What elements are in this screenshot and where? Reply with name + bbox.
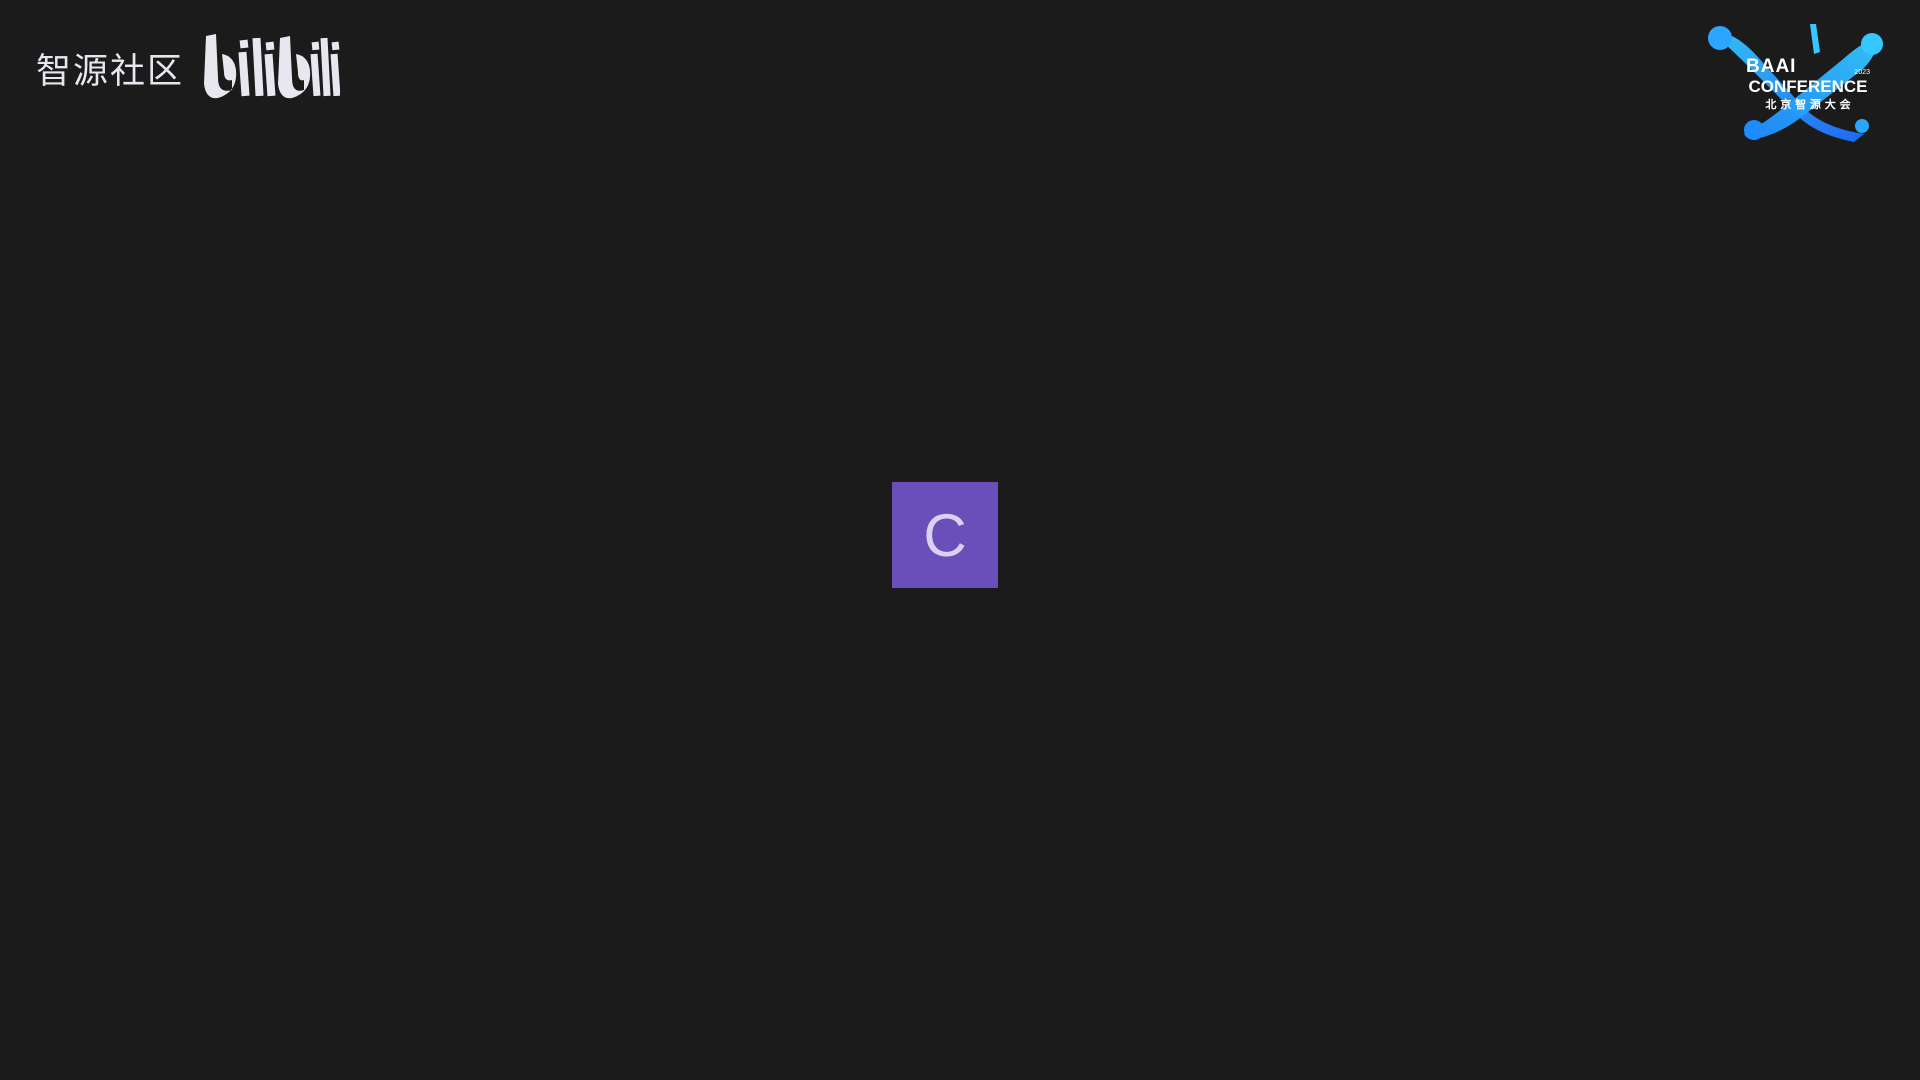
conference-logo-text: BAAI 2023 CONFERENCE 北 京 智 源 大 会	[1746, 57, 1870, 110]
conference-title-baai: BAAI	[1746, 56, 1797, 77]
community-label: 智源社区	[36, 51, 185, 92]
participant-avatar-tile: C	[892, 482, 998, 588]
watermark: 智源社区	[36, 34, 341, 104]
conference-year: 2023	[1854, 69, 1870, 76]
video-stage: 智源社区 BAAI 2023 CONFERENCE 北 京 智 源 大 会 C	[0, 0, 1920, 1080]
participant-initial: C	[923, 502, 967, 569]
bilibili-logo	[204, 34, 341, 99]
conference-subtitle: 北 京 智 源 大 会	[1765, 98, 1851, 111]
conference-title-conference: CONFERENCE	[1748, 77, 1868, 96]
